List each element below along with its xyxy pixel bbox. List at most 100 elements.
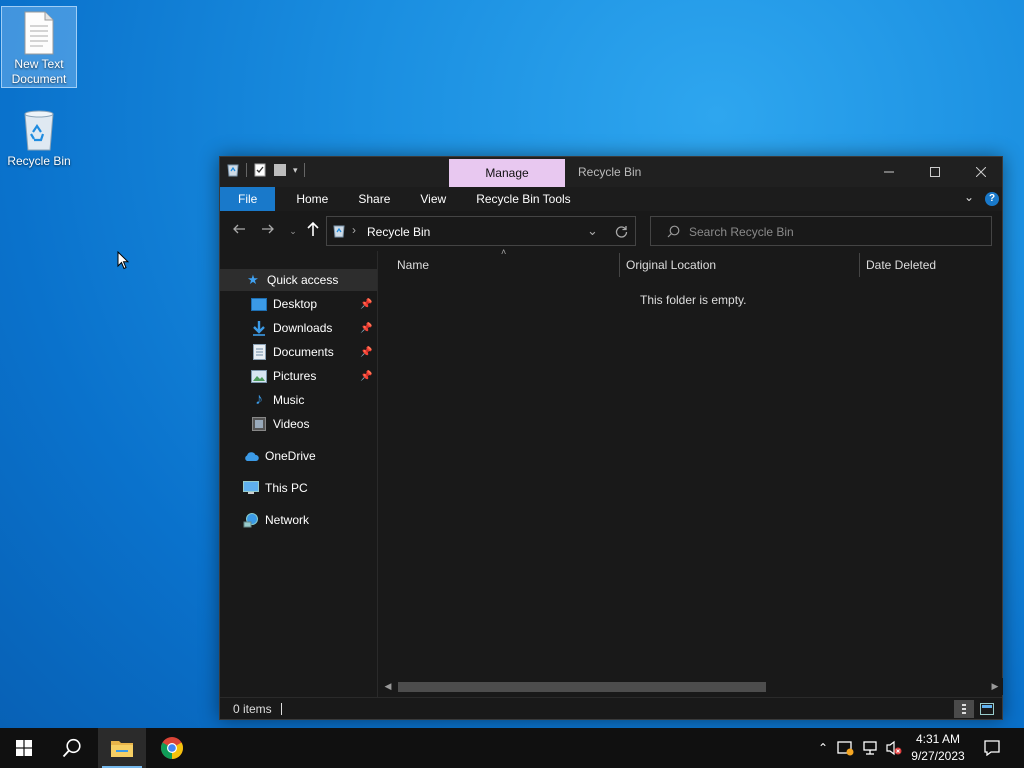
maximize-button[interactable] (912, 157, 958, 187)
taskbar-file-explorer[interactable] (98, 728, 146, 768)
forward-arrow-icon (262, 224, 274, 234)
search-input[interactable] (689, 223, 979, 241)
close-icon (976, 167, 986, 177)
search-box[interactable] (650, 216, 992, 246)
forward-button[interactable] (258, 221, 278, 241)
recycle-bin-small-icon (227, 164, 239, 177)
nav-item-downloads[interactable]: Downloads 📌 (251, 317, 377, 339)
taskbar-chrome[interactable] (148, 728, 196, 768)
computer-icon (243, 480, 259, 496)
minimize-icon (884, 171, 894, 173)
nav-item-documents[interactable]: Documents 📌 (251, 341, 377, 363)
music-note-icon: ♪ (255, 391, 263, 408)
pictures-icon (251, 368, 267, 384)
column-divider[interactable] (619, 253, 620, 277)
close-button[interactable] (958, 157, 1004, 187)
large-icons-view-button[interactable] (977, 700, 997, 718)
status-bar: 0 items (220, 697, 1002, 719)
desktop-icon-recycle-bin[interactable]: Recycle Bin (1, 104, 77, 174)
scrollbar-thumb[interactable] (398, 682, 766, 692)
navigation-pane: ★ Quick access Desktop 📌 Downloads 📌 Doc… (220, 251, 377, 697)
quick-access-toolbar: ▾ (226, 163, 305, 177)
nav-item-videos[interactable]: Videos (251, 413, 377, 435)
pin-icon: 📌 (360, 370, 373, 382)
tab-view[interactable]: View (405, 187, 461, 211)
taskbar-clock[interactable]: 4:31 AM 9/27/2023 (905, 731, 971, 765)
desktop-icon-label: New Text Document (11, 57, 67, 86)
tab-recycle-bin-tools[interactable]: Recycle Bin Tools (461, 187, 586, 211)
minimize-button[interactable] (866, 157, 912, 187)
new-folder-icon[interactable] (273, 163, 287, 177)
videos-icon (251, 416, 267, 432)
download-arrow-icon (251, 320, 267, 336)
volume-muted-icon (886, 740, 902, 756)
tab-share[interactable]: Share (343, 187, 405, 211)
back-button[interactable] (229, 221, 249, 241)
expand-ribbon-chevron-icon[interactable]: ⌄ (964, 190, 974, 204)
nav-item-label: This PC (265, 481, 308, 495)
help-icon[interactable]: ? (985, 192, 999, 206)
refresh-icon[interactable] (615, 225, 628, 238)
title-bar: ▾ Manage Recycle Bin (220, 157, 1002, 187)
action-center-button[interactable] (978, 728, 1006, 768)
up-button[interactable] (303, 221, 323, 241)
nav-item-label: Desktop (273, 297, 318, 311)
details-view-button[interactable] (954, 700, 974, 718)
windows-logo-icon (16, 740, 32, 756)
scroll-right-arrow-icon[interactable]: ▶ (987, 678, 1003, 695)
search-button[interactable] (48, 728, 96, 768)
desktop-icon-new-text-document[interactable]: New Text Document (1, 6, 77, 88)
column-header-name[interactable]: Name (397, 251, 617, 279)
scroll-left-arrow-icon[interactable]: ◀ (380, 678, 396, 695)
nav-item-label: Videos (273, 417, 310, 431)
network-icon (243, 512, 259, 528)
nav-item-network[interactable]: Network (243, 509, 377, 531)
chevron-down-icon: ⌄ (289, 226, 297, 236)
window-title: Recycle Bin (578, 165, 642, 179)
nav-item-onedrive[interactable]: OneDrive (243, 445, 377, 467)
address-bar[interactable]: › Recycle Bin ⌄ (326, 216, 636, 246)
column-header-date-deleted[interactable]: Date Deleted (866, 251, 1002, 279)
nav-item-music[interactable]: ♪ Music (251, 389, 377, 411)
back-arrow-icon (233, 224, 245, 234)
recent-locations-button[interactable]: ⌄ (283, 221, 303, 241)
clock-time: 4:31 AM (915, 732, 961, 746)
pin-icon: 📌 (360, 346, 373, 358)
notification-icon (984, 740, 1000, 756)
nav-item-desktop[interactable]: Desktop 📌 (251, 293, 377, 315)
column-divider[interactable] (859, 253, 860, 277)
tray-volume-button[interactable] (884, 728, 904, 768)
nav-item-label: Downloads (273, 321, 333, 335)
tray-network-button[interactable] (860, 728, 880, 768)
tab-manage[interactable]: Manage (449, 159, 565, 187)
desktop-folder-icon (251, 296, 267, 312)
properties-icon[interactable] (253, 163, 267, 177)
tab-home[interactable]: Home (275, 187, 343, 211)
search-icon (667, 225, 680, 238)
address-dropdown-chevron-icon[interactable]: ⌄ (587, 223, 598, 239)
file-list-pane: ˄ Name Original Location Date Deleted Th… (377, 247, 1003, 697)
pin-icon: 📌 (360, 322, 373, 334)
breadcrumb[interactable]: Recycle Bin (367, 225, 430, 239)
start-button[interactable] (0, 728, 48, 768)
column-header-original-location[interactable]: Original Location (626, 251, 856, 279)
network-wired-icon (863, 741, 877, 755)
tray-security-icon-button[interactable] (836, 728, 856, 768)
mouse-cursor-icon (117, 251, 129, 270)
tab-file[interactable]: File (220, 187, 276, 211)
nav-item-quick-access[interactable]: ★ Quick access (220, 269, 377, 291)
cloud-icon (243, 448, 259, 464)
taskbar: ⌃ 4:31 AM 9/27/2023 (0, 728, 1024, 768)
toolbar-separator (246, 163, 247, 177)
clock-date: 9/27/2023 (911, 749, 965, 763)
customize-toolbar-chevron-icon[interactable]: ▾ (293, 165, 298, 176)
empty-folder-message: This folder is empty. (640, 293, 747, 307)
nav-item-label: Documents (273, 345, 334, 359)
horizontal-scrollbar[interactable]: ◀ ▶ (378, 678, 1003, 695)
star-icon: ★ (247, 272, 259, 287)
nav-item-this-pc[interactable]: This PC (243, 477, 377, 499)
show-hidden-icons-button[interactable]: ⌃ (814, 728, 832, 768)
ribbon-tabs: File Home Share View Recycle Bin Tools ⌄… (220, 187, 1002, 211)
nav-item-pictures[interactable]: Pictures 📌 (251, 365, 377, 387)
item-count: 0 items (233, 702, 272, 716)
